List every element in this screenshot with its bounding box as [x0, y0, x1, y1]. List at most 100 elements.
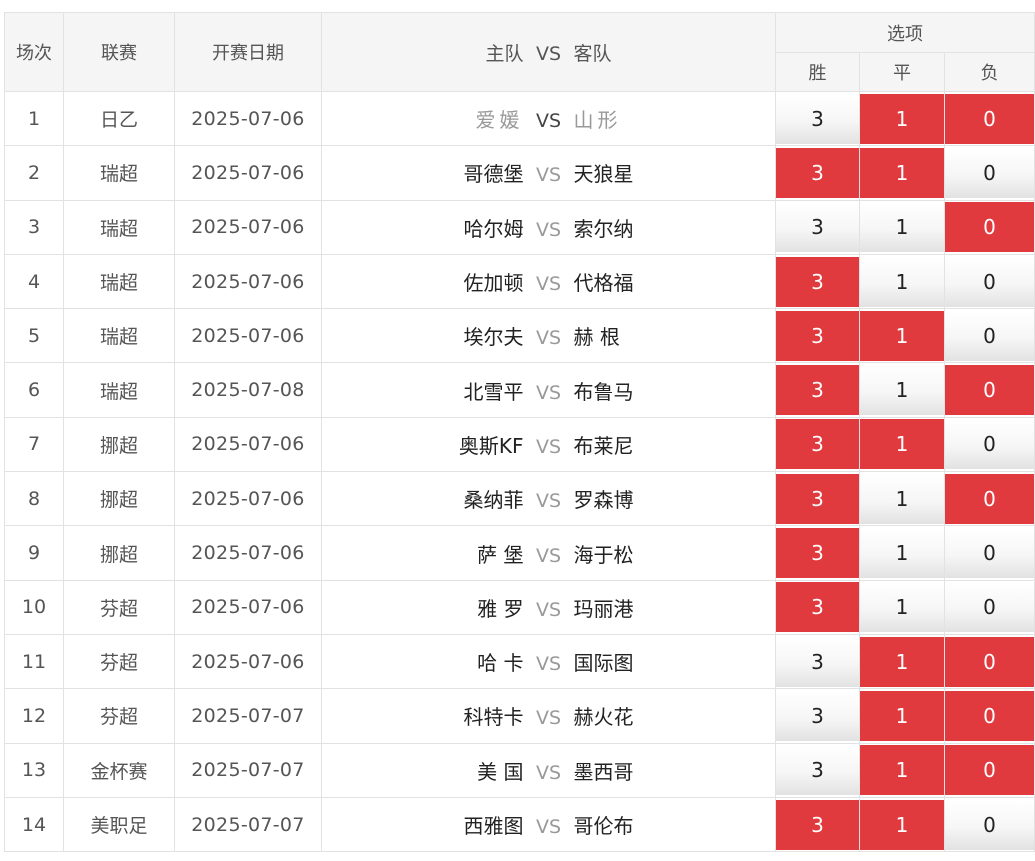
option-lose-button[interactable]: 0 [945, 419, 1035, 470]
home-team: 佐加顿 [463, 271, 524, 296]
match-teams: 桑纳菲 VS 罗森博 [321, 471, 776, 527]
option-win-button[interactable]: 3 [776, 473, 859, 524]
table-row: 6 瑞超 2025-07-08 北雪平 VS 布鲁马 3 1 0 [4, 362, 1035, 418]
option-draw-button[interactable]: 1 [860, 310, 944, 361]
vs-label: VS [535, 327, 562, 350]
match-number: 13 [4, 742, 64, 798]
match-number: 3 [4, 199, 64, 255]
away-team: 海于松 [573, 542, 634, 567]
option-win-button[interactable]: 3 [776, 636, 859, 687]
match-teams: 萨 堡 VS 海于松 [321, 525, 776, 581]
option-lose-cell: 0 [943, 145, 1035, 201]
match-number: 10 [4, 579, 64, 635]
option-lose-button[interactable]: 0 [945, 147, 1035, 198]
table-row: 3 瑞超 2025-07-06 哈尔姆 VS 索尔纳 3 1 0 [4, 199, 1035, 255]
option-lose-cell: 0 [943, 633, 1035, 690]
option-lose-button[interactable]: 0 [945, 582, 1035, 633]
away-team: 布莱尼 [573, 433, 634, 458]
vs-label: VS [535, 218, 562, 241]
league-name: 挪超 [63, 416, 175, 473]
option-win-button[interactable]: 3 [776, 93, 859, 144]
match-teams: 北雪平 VS 布鲁马 [321, 362, 776, 418]
kickoff-date: 2025-07-06 [174, 253, 322, 310]
match-number: 11 [4, 633, 64, 690]
option-draw-button[interactable]: 1 [860, 582, 944, 633]
match-teams: 佐加顿 VS 代格福 [321, 253, 776, 310]
match-teams: 埃尔夫 VS 赫 根 [321, 308, 776, 364]
option-draw-cell: 1 [859, 471, 945, 527]
option-draw-button[interactable]: 1 [860, 473, 944, 524]
option-draw-button[interactable]: 1 [860, 256, 944, 307]
option-win-button[interactable]: 3 [776, 147, 859, 198]
option-win-button[interactable]: 3 [776, 690, 859, 741]
match-number: 9 [4, 525, 64, 581]
vs-label: VS [535, 164, 562, 187]
option-lose-button[interactable]: 0 [945, 473, 1035, 524]
match-number: 8 [4, 471, 64, 527]
option-win-button[interactable]: 3 [776, 745, 859, 796]
option-lose-button[interactable]: 0 [945, 256, 1035, 307]
kickoff-date: 2025-07-06 [174, 579, 322, 635]
option-lose-button[interactable]: 0 [945, 636, 1035, 687]
away-team: 索尔纳 [573, 216, 634, 241]
vs-label: VS [535, 598, 562, 621]
league-name: 瑞超 [63, 362, 175, 418]
option-win-cell: 3 [775, 633, 860, 690]
option-lose-button[interactable]: 0 [945, 365, 1035, 416]
option-draw-button[interactable]: 1 [860, 799, 944, 850]
vs-label: VS [535, 110, 562, 133]
away-team: 代格福 [573, 271, 634, 296]
league-name: 瑞超 [63, 145, 175, 201]
option-lose-cell: 0 [943, 416, 1035, 473]
option-lose-button[interactable]: 0 [945, 202, 1035, 253]
home-team: 美 国 [477, 759, 524, 784]
option-win-button[interactable]: 3 [776, 799, 859, 850]
option-draw-cell: 1 [859, 253, 945, 310]
option-win-button[interactable]: 3 [776, 365, 859, 416]
option-lose-button[interactable]: 0 [945, 528, 1035, 579]
option-win-button[interactable]: 3 [776, 202, 859, 253]
match-teams: 美 国 VS 墨西哥 [321, 742, 776, 798]
match-number: 1 [4, 90, 64, 147]
option-draw-cell: 1 [859, 362, 945, 418]
match-teams: 科特卡 VS 赫火花 [321, 688, 776, 744]
option-draw-button[interactable]: 1 [860, 528, 944, 579]
option-draw-button[interactable]: 1 [860, 93, 944, 144]
option-lose-cell: 0 [943, 199, 1035, 255]
header-match-no: 场次 [4, 12, 64, 92]
kickoff-date: 2025-07-07 [174, 796, 322, 853]
match-teams: 雅 罗 VS 玛丽港 [321, 579, 776, 635]
away-team: 山形 [573, 108, 622, 133]
option-draw-button[interactable]: 1 [860, 745, 944, 796]
match-number: 2 [4, 145, 64, 201]
option-draw-cell: 1 [859, 199, 945, 255]
option-win-button[interactable]: 3 [776, 256, 859, 307]
option-lose-button[interactable]: 0 [945, 745, 1035, 796]
option-draw-button[interactable]: 1 [860, 202, 944, 253]
option-draw-button[interactable]: 1 [860, 419, 944, 470]
option-lose-cell: 0 [943, 90, 1035, 147]
option-lose-button[interactable]: 0 [945, 690, 1035, 741]
option-win-button[interactable]: 3 [776, 582, 859, 633]
home-team: 科特卡 [463, 705, 524, 730]
option-draw-button[interactable]: 1 [860, 365, 944, 416]
match-teams: 西雅图 VS 哥伦布 [321, 796, 776, 853]
option-draw-button[interactable]: 1 [860, 147, 944, 198]
option-lose-button[interactable]: 0 [945, 799, 1035, 850]
league-name: 芬超 [63, 688, 175, 744]
table-row: 1 日乙 2025-07-06 爱媛 VS 山形 3 1 0 [4, 90, 1035, 147]
option-win-button[interactable]: 3 [776, 419, 859, 470]
option-draw-button[interactable]: 1 [860, 690, 944, 741]
home-team: 奥斯KF [458, 433, 524, 458]
option-draw-cell: 1 [859, 742, 945, 798]
option-win-button[interactable]: 3 [776, 310, 859, 361]
league-name: 瑞超 [63, 199, 175, 255]
home-team: 西雅图 [463, 814, 524, 838]
table-row: 13 金杯赛 2025-07-07 美 国 VS 墨西哥 3 1 0 [4, 742, 1035, 798]
option-lose-button[interactable]: 0 [945, 310, 1035, 361]
option-win-button[interactable]: 3 [776, 528, 859, 579]
away-team: 布鲁马 [573, 379, 634, 404]
option-draw-button[interactable]: 1 [860, 636, 944, 687]
option-lose-button[interactable]: 0 [945, 93, 1035, 144]
option-win-cell: 3 [775, 688, 860, 744]
